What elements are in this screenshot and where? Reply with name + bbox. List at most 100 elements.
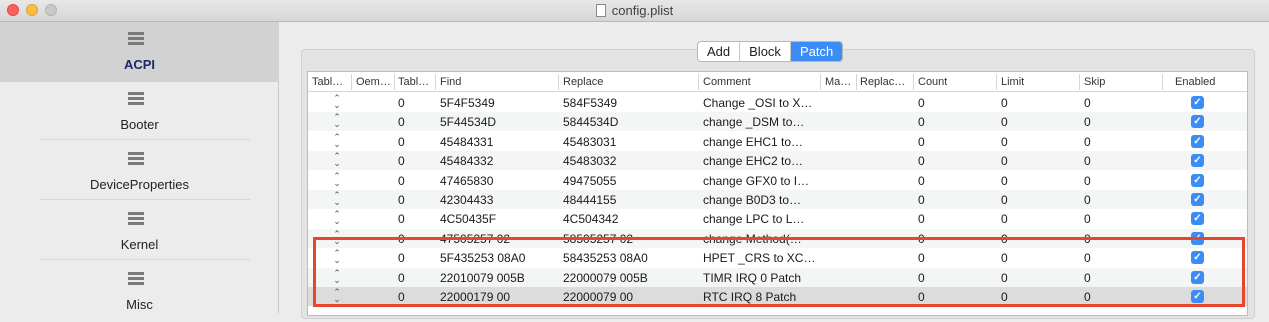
comment-cell[interactable]: Change _OSI to X… <box>703 96 812 110</box>
col-header-table-length[interactable]: Tabl… <box>398 76 434 88</box>
table-signature-stepper[interactable]: ⌃ ⌄ <box>332 229 342 245</box>
table-signature-stepper[interactable]: ⌃ ⌄ <box>332 94 342 110</box>
table-row[interactable]: ⌃ ⌄ 0 4C50435F 4C504342 change LPC to L… 0 0 0 ✓ <box>308 209 1247 229</box>
col-header-enabled[interactable]: Enabled <box>1175 76 1215 88</box>
comment-cell[interactable]: change B0D3 to… <box>703 193 801 207</box>
limit-cell[interactable]: 0 <box>1001 271 1008 285</box>
find-cell[interactable]: 22010079 005B <box>440 271 525 285</box>
comment-cell[interactable]: HPET _CRS to XC… <box>703 251 815 265</box>
limit-cell[interactable]: 0 <box>1001 115 1008 129</box>
table-signature-stepper[interactable]: ⌃ ⌄ <box>332 191 342 207</box>
col-header-skip[interactable]: Skip <box>1084 76 1105 88</box>
find-cell[interactable]: 45484332 <box>440 154 493 168</box>
table-signature-stepper[interactable]: ⌃ ⌄ <box>332 249 342 265</box>
replace-cell[interactable]: 45483032 <box>563 154 616 168</box>
replace-cell[interactable]: 4C504342 <box>563 212 618 226</box>
comment-cell[interactable]: change _DSM to… <box>703 115 804 129</box>
limit-cell[interactable]: 0 <box>1001 251 1008 265</box>
comment-cell[interactable]: change EHC2 to… <box>703 154 803 168</box>
count-cell[interactable]: 0 <box>918 174 925 188</box>
enabled-checkbox[interactable]: ✓ <box>1191 173 1204 187</box>
comment-cell[interactable]: TIMR IRQ 0 Patch <box>703 271 801 285</box>
enabled-checkbox[interactable]: ✓ <box>1191 251 1204 265</box>
skip-cell[interactable]: 0 <box>1084 212 1091 226</box>
skip-cell[interactable]: 0 <box>1084 232 1091 246</box>
find-cell[interactable]: 47465830 <box>440 174 493 188</box>
count-cell[interactable]: 0 <box>918 232 925 246</box>
table-length-cell[interactable]: 0 <box>398 251 405 265</box>
table-length-cell[interactable]: 0 <box>398 212 405 226</box>
sidebar-item-deviceproperties[interactable]: DeviceProperties <box>0 142 279 202</box>
replace-cell[interactable]: 45483031 <box>563 135 616 149</box>
count-cell[interactable]: 0 <box>918 154 925 168</box>
table-length-cell[interactable]: 0 <box>398 115 405 129</box>
limit-cell[interactable]: 0 <box>1001 96 1008 110</box>
skip-cell[interactable]: 0 <box>1084 251 1091 265</box>
col-header-oem-table-id[interactable]: Oem… <box>356 76 392 88</box>
replace-cell[interactable]: 22000079 00 <box>563 290 633 304</box>
segment-block[interactable]: Block <box>740 42 791 61</box>
count-cell[interactable]: 0 <box>918 115 925 129</box>
find-cell[interactable]: 47505257 02 <box>440 232 510 246</box>
skip-cell[interactable]: 0 <box>1084 174 1091 188</box>
skip-cell[interactable]: 0 <box>1084 271 1091 285</box>
replace-cell[interactable]: 5844534D <box>563 115 618 129</box>
enabled-checkbox[interactable]: ✓ <box>1191 96 1204 109</box>
find-cell[interactable]: 45484331 <box>440 135 493 149</box>
count-cell[interactable]: 0 <box>918 271 925 285</box>
replace-cell[interactable]: 584F5349 <box>563 96 617 110</box>
col-header-limit[interactable]: Limit <box>1001 76 1024 88</box>
table-row[interactable]: ⌃ ⌄ 0 47465830 49475055 change GFX0 to I… 0 0 0 ✓ <box>308 170 1247 190</box>
comment-cell[interactable]: change EHC1 to… <box>703 135 803 149</box>
col-header-replace-mask[interactable]: Replac… <box>860 76 912 88</box>
table-signature-stepper[interactable]: ⌃ ⌄ <box>332 132 342 148</box>
enabled-checkbox[interactable]: ✓ <box>1191 231 1204 245</box>
table-signature-stepper[interactable]: ⌃ ⌄ <box>332 268 342 284</box>
find-cell[interactable]: 5F44534D <box>440 115 496 129</box>
table-row[interactable]: ⌃ ⌄ 0 5F4F5349 584F5349 Change _OSI to X… 0 0 0 ✓ <box>308 93 1247 112</box>
limit-cell[interactable]: 0 <box>1001 154 1008 168</box>
enabled-checkbox[interactable]: ✓ <box>1191 270 1204 284</box>
count-cell[interactable]: 0 <box>918 212 925 226</box>
col-header-mask[interactable]: Ma… <box>825 76 853 88</box>
limit-cell[interactable]: 0 <box>1001 290 1008 304</box>
enabled-checkbox[interactable]: ✓ <box>1191 212 1204 226</box>
table-row[interactable]: ⌃ ⌄ 0 45484332 45483032 change EHC2 to… 0 0 0 ✓ <box>308 151 1247 171</box>
comment-cell[interactable]: change LPC to L… <box>703 212 804 226</box>
col-header-find[interactable]: Find <box>440 76 461 88</box>
table-signature-stepper[interactable]: ⌃ ⌄ <box>332 113 342 129</box>
table-row[interactable]: ⌃ ⌄ 0 45484331 45483031 change EHC1 to… 0 0 0 ✓ <box>308 131 1247 151</box>
table-signature-stepper[interactable]: ⌃ ⌄ <box>332 288 342 304</box>
count-cell[interactable]: 0 <box>918 193 925 207</box>
replace-cell[interactable]: 22000079 005B <box>563 271 648 285</box>
table-row[interactable]: ⌃ ⌄ 0 5F44534D 5844534D change _DSM to… 0 0 0 ✓ <box>308 112 1247 132</box>
sidebar-item-kernel[interactable]: Kernel <box>0 202 279 262</box>
find-cell[interactable]: 22000179 00 <box>440 290 510 304</box>
find-cell[interactable]: 5F435253 08A0 <box>440 251 525 265</box>
limit-cell[interactable]: 0 <box>1001 212 1008 226</box>
count-cell[interactable]: 0 <box>918 290 925 304</box>
table-row[interactable]: ⌃ ⌄ 0 5F435253 08A0 58435253 08A0 HPET _CRS t… <box>308 248 1247 268</box>
limit-cell[interactable]: 0 <box>1001 193 1008 207</box>
comment-cell[interactable]: RTC IRQ 8 Patch <box>703 290 796 304</box>
comment-cell[interactable]: change GFX0 to I… <box>703 174 809 188</box>
table-signature-stepper[interactable]: ⌃ ⌄ <box>332 210 342 226</box>
enabled-checkbox[interactable]: ✓ <box>1191 115 1204 129</box>
replace-cell[interactable]: 49475055 <box>563 174 616 188</box>
count-cell[interactable]: 0 <box>918 96 925 110</box>
skip-cell[interactable]: 0 <box>1084 115 1091 129</box>
enabled-checkbox[interactable]: ✓ <box>1191 154 1204 168</box>
limit-cell[interactable]: 0 <box>1001 174 1008 188</box>
find-cell[interactable]: 4C50435F <box>440 212 496 226</box>
sidebar-item-acpi[interactable]: ACPI <box>0 22 279 82</box>
table-signature-stepper[interactable]: ⌃ ⌄ <box>332 171 342 187</box>
table-row[interactable]: ⌃ ⌄ 0 42304433 48444155 change B0D3 to… 0 0 0 ✓ <box>308 190 1247 209</box>
segment-patch[interactable]: Patch <box>790 42 843 61</box>
enabled-checkbox[interactable]: ✓ <box>1191 193 1204 206</box>
sidebar-item-misc[interactable]: Misc <box>0 262 279 322</box>
skip-cell[interactable]: 0 <box>1084 154 1091 168</box>
table-row[interactable]: ⌃ ⌄ 0 22010079 005B 22000079 005B TIMR IRQ 0 … <box>308 267 1247 287</box>
table-row[interactable]: ⌃ ⌄ 0 47505257 02 58505257 02 change Method(…… <box>308 228 1247 248</box>
find-cell[interactable]: 42304433 <box>440 193 493 207</box>
col-header-comment[interactable]: Comment <box>703 76 751 88</box>
